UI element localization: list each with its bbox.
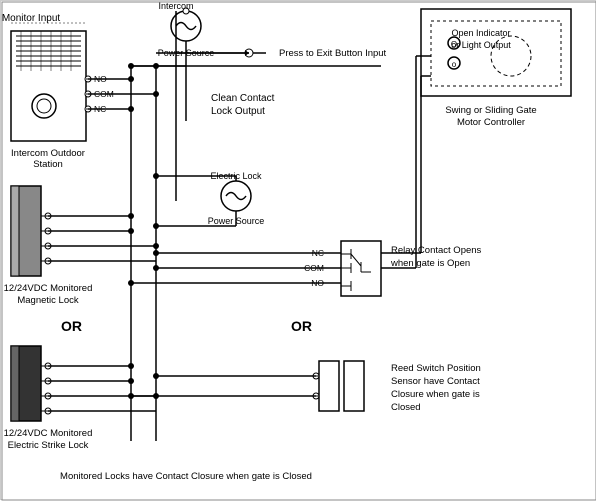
reed-switch-label3: Closure when gate is	[391, 389, 480, 400]
monitored-note-label: Monitored Locks have Contact Closure whe…	[60, 471, 312, 482]
relay-contact-label: Relay Contact Opens	[391, 245, 482, 256]
electric-strike-label2: Electric Strike Lock	[8, 440, 89, 451]
swing-gate-label: Swing or Sliding Gate	[445, 105, 536, 116]
intercom-outdoor-label: Intercom Outdoor	[11, 148, 85, 159]
wiring-diagram: Monitor Input Intercom Outdoor Station N…	[0, 0, 596, 500]
intercom-outdoor-label2: Station	[33, 159, 63, 170]
open-indicator-label: Open Indicator	[451, 28, 510, 38]
swing-gate-label2: Motor Controller	[457, 117, 525, 128]
magnetic-lock-label2: Magnetic Lock	[17, 295, 79, 306]
reed-switch-label4: Closed	[391, 402, 421, 413]
open-indicator-label2: or Light Output	[451, 40, 511, 50]
clean-contact-label2: Lock Output	[211, 106, 265, 117]
monitor-input-label: Monitor Input	[2, 13, 61, 24]
intercom-power-label: Intercom	[158, 1, 193, 11]
clean-contact-label: Clean Contact	[211, 93, 275, 104]
electric-strike-label: 12/24VDC Monitored	[4, 428, 93, 439]
reed-switch-label2: Sensor have Contact	[391, 376, 480, 387]
or2-label: OR	[291, 318, 312, 334]
press-exit-label: Press to Exit Button Input	[279, 48, 387, 59]
magnetic-lock-label: 12/24VDC Monitored	[4, 283, 93, 294]
svg-text:o: o	[452, 60, 457, 69]
reed-switch-label: Reed Switch Position	[391, 363, 481, 374]
or1-label: OR	[61, 318, 82, 334]
